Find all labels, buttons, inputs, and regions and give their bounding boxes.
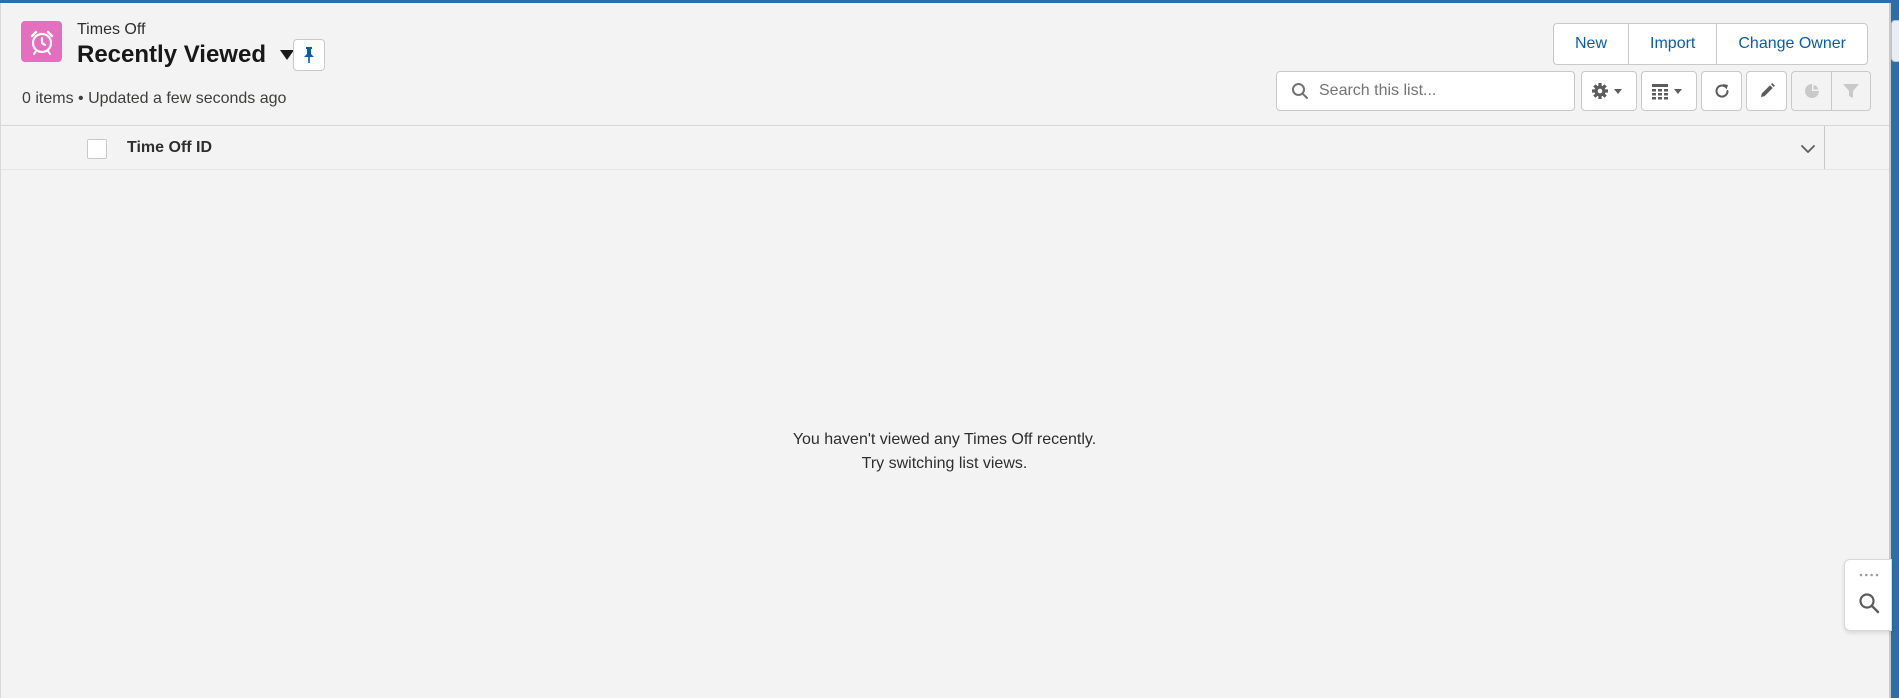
refresh-icon xyxy=(1715,84,1729,98)
import-button[interactable]: Import xyxy=(1629,24,1718,64)
pin-icon xyxy=(304,47,314,63)
table-display-icon xyxy=(1652,84,1682,100)
list-view-title[interactable]: Recently Viewed xyxy=(77,41,298,69)
change-owner-button[interactable]: Change Owner xyxy=(1717,24,1867,64)
inline-edit-button[interactable] xyxy=(1746,71,1787,111)
object-label: Times Off xyxy=(77,21,146,38)
new-button[interactable]: New xyxy=(1554,24,1630,64)
table-header-row: Time Off ID xyxy=(1,126,1889,170)
list-meta-info: 0 items • Updated a few seconds ago xyxy=(22,90,287,107)
side-panel-tab[interactable] xyxy=(1891,20,1899,62)
pin-button[interactable] xyxy=(293,39,325,71)
empty-state-message: You haven't viewed any Times Off recentl… xyxy=(0,428,1889,476)
drag-handle-icon[interactable] xyxy=(1859,573,1879,577)
chart-filter-group xyxy=(1791,71,1871,111)
action-button-group: New Import Change Owner xyxy=(1553,23,1868,65)
chart-button[interactable] xyxy=(1792,72,1832,110)
list-settings-button[interactable] xyxy=(1581,71,1637,111)
column-resizer[interactable] xyxy=(1824,126,1825,169)
filter-icon xyxy=(1843,84,1859,98)
search-icon xyxy=(1291,82,1309,100)
display-as-button[interactable] xyxy=(1641,71,1697,111)
alarm-clock-icon xyxy=(21,21,62,62)
filter-button[interactable] xyxy=(1832,72,1870,110)
column-header-time-off-id[interactable]: Time Off ID xyxy=(127,139,212,157)
refresh-button[interactable] xyxy=(1701,71,1742,111)
search-input[interactable] xyxy=(1317,81,1561,101)
search-icon[interactable] xyxy=(1858,592,1880,614)
chart-icon xyxy=(1804,84,1819,98)
empty-state-line-2: Try switching list views. xyxy=(861,455,1028,472)
chevron-down-icon[interactable] xyxy=(1797,138,1819,160)
list-view-title-text: Recently Viewed xyxy=(77,41,266,68)
empty-state-line-1: You haven't viewed any Times Off recentl… xyxy=(792,431,1097,448)
floating-utility-panel[interactable] xyxy=(1844,559,1892,631)
search-box[interactable] xyxy=(1276,71,1575,111)
pencil-icon xyxy=(1760,83,1775,97)
gear-icon xyxy=(1592,83,1622,99)
select-all-checkbox[interactable] xyxy=(87,139,107,159)
